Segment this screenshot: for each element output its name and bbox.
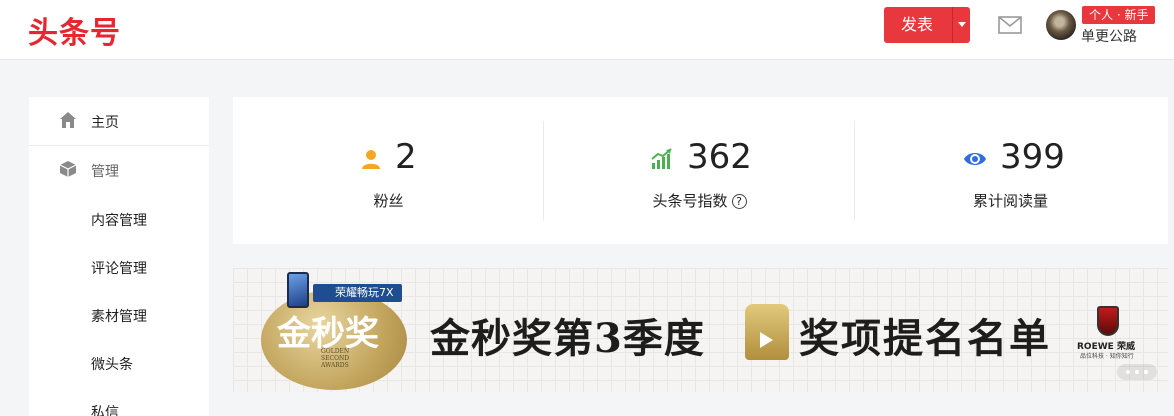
banner-headline-secondary: 奖项提名名单 (799, 315, 1051, 362)
stat-label: 头条号指数? (544, 190, 855, 211)
publish-button-label[interactable]: 发表 (884, 7, 950, 43)
stat-label: 粉丝 (373, 192, 404, 210)
phone-icon (287, 272, 309, 308)
logo[interactable]: 头条号 (28, 8, 121, 52)
username[interactable]: 单更公路 (1081, 26, 1137, 46)
sidebar: 主页 管理 内容管理 评论管理 素材管理 微头条 私信 (29, 97, 209, 416)
top-header: 头条号 发表 个人 · 新手 单更公路 (0, 0, 1174, 60)
home-icon (60, 112, 76, 128)
trend-up-icon (651, 148, 672, 169)
cube-icon (59, 161, 77, 177)
sidebar-item-comment-management[interactable]: 评论管理 (91, 258, 147, 278)
roewe-logo-icon (1097, 306, 1119, 336)
play-icon (745, 304, 789, 360)
sidebar-item-manage[interactable]: 管理 (29, 146, 209, 194)
avatar[interactable] (1046, 10, 1076, 40)
sidebar-item-content-management[interactable]: 内容管理 (91, 210, 147, 230)
sidebar-item-label: 管理 (91, 164, 119, 180)
stat-label: 累计阅读量 (972, 192, 1048, 210)
award-emblem-subtitle: GOLDEN SECOND AWARDS (321, 348, 350, 369)
stat-value: 399 (1000, 137, 1065, 177)
publish-dropdown-chevron-icon[interactable] (952, 7, 970, 43)
sponsor-tag: 荣耀畅玩7X (313, 284, 402, 302)
sidebar-item-micro-headline[interactable]: 微头条 (91, 354, 133, 374)
stat-toutiao-index[interactable]: 362 头条号指数? (544, 97, 855, 244)
sidebar-item-material-management[interactable]: 素材管理 (91, 306, 147, 326)
carousel-dot[interactable] (1135, 370, 1139, 374)
account-level-badge: 个人 · 新手 (1082, 6, 1156, 24)
stat-label-text: 头条号指数 (652, 192, 728, 210)
stat-followers[interactable]: 2 粉丝 (233, 97, 544, 244)
carousel-dots[interactable] (1117, 364, 1157, 380)
sponsor-slogan: 品位科技 · 知你知行 (1080, 353, 1134, 360)
stats-card: 2 粉丝 362 头条号指数? 399 累计阅读量 (233, 97, 1168, 244)
mail-icon[interactable] (998, 16, 1022, 34)
publish-button[interactable]: 发表 (884, 7, 970, 43)
promo-banner[interactable]: 金秒奖 GOLDEN SECOND AWARDS 荣耀畅玩7X 金秒奖第3季度 … (233, 268, 1168, 392)
carousel-dot[interactable] (1144, 370, 1148, 374)
stat-total-reads[interactable]: 399 累计阅读量 (855, 97, 1166, 244)
stat-value: 362 (687, 137, 752, 177)
user-icon (362, 150, 380, 169)
sidebar-item-home[interactable]: 主页 (29, 97, 209, 145)
banner-headline: 金秒奖第3季度 (430, 315, 705, 362)
sidebar-item-label: 主页 (91, 115, 119, 131)
help-icon[interactable]: ? (731, 194, 747, 209)
sidebar-item-private-message[interactable]: 私信 (91, 402, 119, 416)
stat-value: 2 (395, 137, 417, 177)
carousel-dot[interactable] (1126, 370, 1130, 374)
eye-icon (964, 153, 986, 165)
